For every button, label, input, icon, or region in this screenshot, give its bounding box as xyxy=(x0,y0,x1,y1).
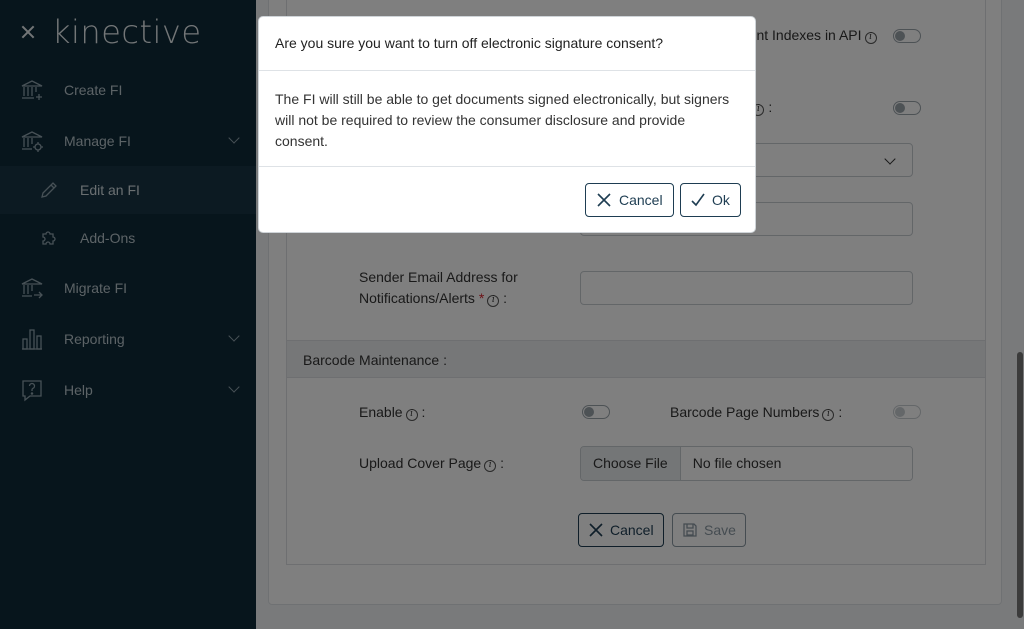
dialog-title: Are you sure you want to turn off electr… xyxy=(259,17,755,71)
close-icon xyxy=(597,193,611,207)
dialog-footer: Cancel Ok xyxy=(259,167,755,233)
dialog-cancel-button[interactable]: Cancel xyxy=(585,183,674,217)
confirm-dialog: Are you sure you want to turn off electr… xyxy=(258,16,756,233)
dialog-ok-button[interactable]: Ok xyxy=(680,183,741,217)
check-icon xyxy=(691,193,705,207)
dialog-message: The FI will still be able to get documen… xyxy=(259,71,755,167)
